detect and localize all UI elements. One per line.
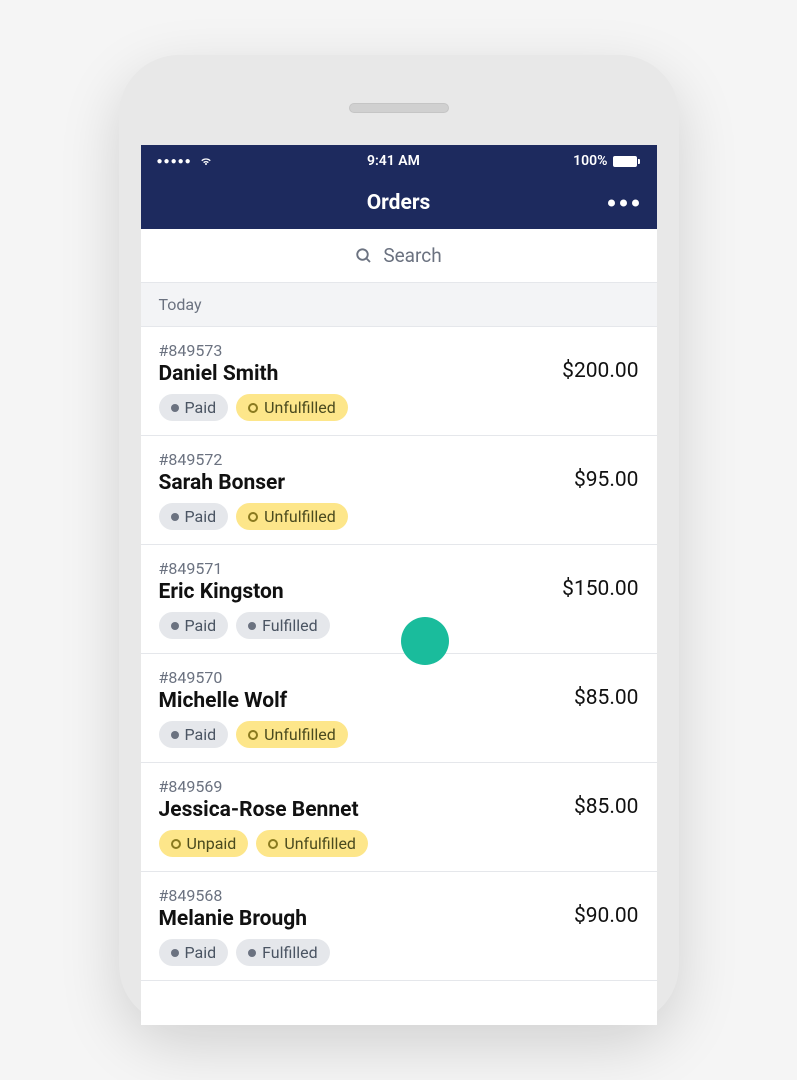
nav-bar: Orders xyxy=(141,177,657,229)
order-customer-name: Jessica-Rose Bennet xyxy=(159,798,574,822)
order-customer-name: Eric Kingston xyxy=(159,580,563,604)
order-amount: $95.00 xyxy=(574,450,639,492)
phone-speaker xyxy=(349,103,449,113)
order-badges: Paid Unfulfilled xyxy=(159,394,563,421)
order-customer-name: Sarah Bonser xyxy=(159,471,574,495)
order-item[interactable]: #849569 Jessica-Rose Bennet Unpaid Unfulfil… xyxy=(141,763,657,872)
order-badges: Unpaid Unfulfilled xyxy=(159,830,574,857)
order-item[interactable]: #849570 Michelle Wolf Paid Unfulfilled $85.0… xyxy=(141,654,657,763)
status-badge: Paid xyxy=(159,721,229,748)
status-badge: Paid xyxy=(159,612,229,639)
status-badge: Unpaid xyxy=(159,830,249,857)
status-bar: ●●●●● 9:41 AM 100% xyxy=(141,145,657,177)
order-badges: Paid Fulfilled xyxy=(159,612,563,639)
order-amount: $90.00 xyxy=(574,886,639,928)
status-time: 9:41 AM xyxy=(367,153,420,169)
order-left: #849568 Melanie Brough Paid Fulfilled xyxy=(159,886,574,966)
status-badge: Unfulfilled xyxy=(236,394,348,421)
order-item[interactable]: #849568 Melanie Brough Paid Fulfilled $90.00 xyxy=(141,872,657,981)
status-badge: Paid xyxy=(159,503,229,530)
page-title: Orders xyxy=(367,191,431,215)
order-amount: $150.00 xyxy=(562,559,638,601)
order-badges: Paid Fulfilled xyxy=(159,939,574,966)
status-badge: Unfulfilled xyxy=(236,503,348,530)
search-placeholder: Search xyxy=(383,244,441,267)
status-badge: Fulfilled xyxy=(236,612,330,639)
order-item[interactable]: #849573 Daniel Smith Paid Unfulfilled $200.0… xyxy=(141,327,657,436)
dot-icon xyxy=(171,622,179,630)
order-item[interactable]: #849571 Eric Kingston Paid Fulfilled $150.00 xyxy=(141,545,657,654)
battery-icon xyxy=(611,156,640,167)
order-customer-name: Daniel Smith xyxy=(159,362,563,386)
status-right: 100% xyxy=(573,153,640,169)
order-left: #849569 Jessica-Rose Bennet Unpaid Unfulfil… xyxy=(159,777,574,857)
order-number: #849571 xyxy=(159,559,563,578)
ring-icon xyxy=(248,403,258,413)
ring-icon xyxy=(268,839,278,849)
order-left: #849572 Sarah Bonser Paid Unfulfilled xyxy=(159,450,574,530)
status-left: ●●●●● xyxy=(157,153,214,169)
order-customer-name: Melanie Brough xyxy=(159,907,574,931)
status-badge: Paid xyxy=(159,394,229,421)
order-amount: $85.00 xyxy=(574,668,639,710)
section-header: Today xyxy=(141,283,657,327)
status-badge: Fulfilled xyxy=(236,939,330,966)
order-number: #849572 xyxy=(159,450,574,469)
status-badge: Paid xyxy=(159,939,229,966)
dot-icon xyxy=(171,513,179,521)
phone-screen: ●●●●● 9:41 AM 100% Orders xyxy=(141,145,657,1025)
order-number: #849569 xyxy=(159,777,574,796)
ring-icon xyxy=(248,512,258,522)
order-amount: $85.00 xyxy=(574,777,639,819)
order-badges: Paid Unfulfilled xyxy=(159,721,574,748)
order-left: #849571 Eric Kingston Paid Fulfilled xyxy=(159,559,563,639)
order-left: #849570 Michelle Wolf Paid Unfulfilled xyxy=(159,668,574,748)
battery-percent: 100% xyxy=(573,153,607,169)
order-badges: Paid Unfulfilled xyxy=(159,503,574,530)
order-customer-name: Michelle Wolf xyxy=(159,689,574,713)
order-left: #849573 Daniel Smith Paid Unfulfilled xyxy=(159,341,563,421)
dot-icon xyxy=(171,404,179,412)
dot-icon xyxy=(248,949,256,957)
wifi-icon xyxy=(198,153,214,169)
order-list: #849573 Daniel Smith Paid Unfulfilled $200.0… xyxy=(141,327,657,981)
order-amount: $200.00 xyxy=(562,341,638,383)
signal-icon: ●●●●● xyxy=(157,156,192,167)
dot-icon xyxy=(171,731,179,739)
phone-frame: ●●●●● 9:41 AM 100% Orders xyxy=(119,55,679,1025)
order-number: #849568 xyxy=(159,886,574,905)
ring-icon xyxy=(171,839,181,849)
order-number: #849570 xyxy=(159,668,574,687)
search-icon xyxy=(355,247,373,265)
dot-icon xyxy=(248,622,256,630)
status-badge: Unfulfilled xyxy=(236,721,348,748)
status-badge: Unfulfilled xyxy=(256,830,368,857)
ring-icon xyxy=(248,730,258,740)
dot-icon xyxy=(171,949,179,957)
order-number: #849573 xyxy=(159,341,563,360)
search-input[interactable]: Search xyxy=(141,229,657,283)
more-button[interactable] xyxy=(608,200,639,207)
order-item[interactable]: #849572 Sarah Bonser Paid Unfulfilled $95.00 xyxy=(141,436,657,545)
